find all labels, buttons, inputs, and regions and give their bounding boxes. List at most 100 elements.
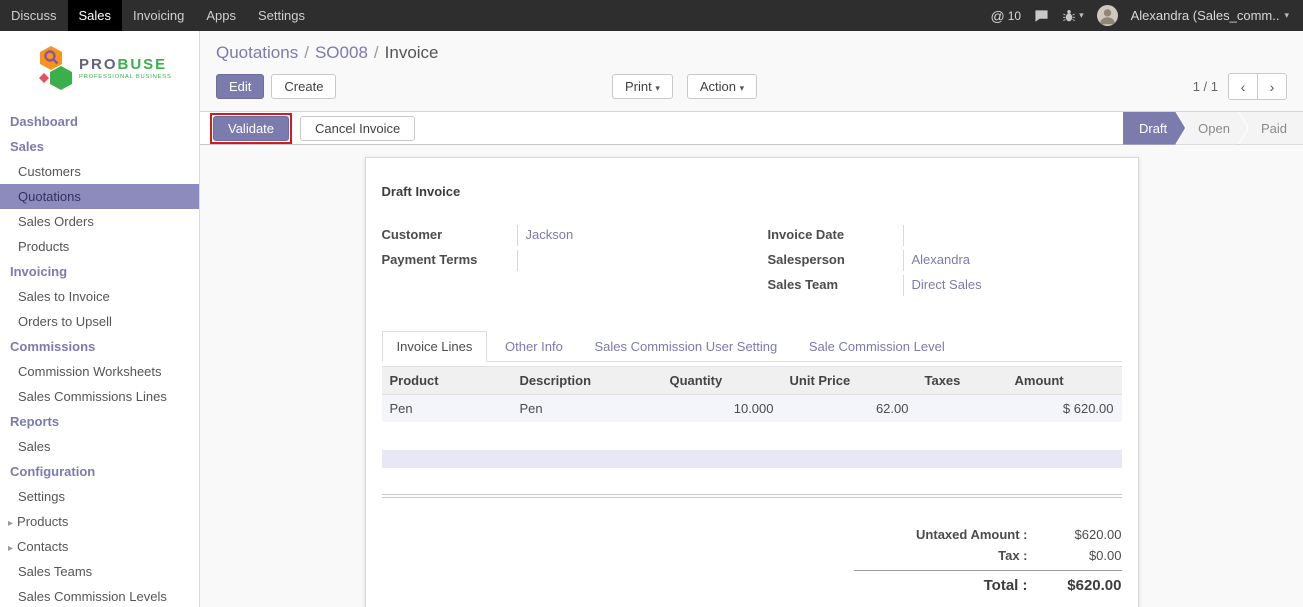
pager-next-button[interactable]: › [1257,73,1287,100]
cell-product[interactable]: Pen [382,395,512,423]
salesperson-label: Salesperson [768,250,903,271]
notebook-tabs: Invoice Lines Other Info Sales Commissio… [382,330,1122,362]
nav-apps[interactable]: Apps [195,0,247,31]
pager: 1 / 1 ‹ › [1193,73,1287,100]
nav-discuss[interactable]: Discuss [0,0,68,31]
action-dropdown[interactable]: Action ▾ [687,74,757,99]
tab-sales-commission-user-setting[interactable]: Sales Commission User Setting [580,332,791,361]
sidebar-item-customers[interactable]: Customers [0,159,199,184]
breadcrumb: Quotations / SO008 / Invoice [200,31,1303,63]
sidebar-heading-sales[interactable]: Sales [0,134,199,159]
sidebar-item-dashboard[interactable]: Dashboard [0,109,199,134]
header-description: Description [512,367,662,395]
customer-value[interactable]: Jackson [517,225,752,246]
left-field-group: Customer Jackson Payment Terms [382,225,752,300]
main-area: Quotations / SO008 / Invoice Edit Create Pri… [200,31,1303,607]
breadcrumb-quotations[interactable]: Quotations [216,43,298,62]
user-menu[interactable]: Alexandra (Sales_comm.. ▾ [1131,8,1289,23]
validate-button[interactable]: Validate [213,116,289,141]
sidebar-heading-reports[interactable]: Reports [0,409,199,434]
tab-sale-commission-level[interactable]: Sale Commission Level [795,332,959,361]
totals-block: Untaxed Amount : $620.00 Tax : $0.00 Tot… [854,524,1122,597]
total-label: Total : [854,577,1042,594]
sidebar-item-sales-to-invoice[interactable]: Sales to Invoice [0,284,199,309]
status-draft[interactable]: Draft [1123,112,1185,145]
breadcrumb-separator: / [304,43,309,62]
status-open[interactable]: Open [1176,112,1248,145]
cancel-invoice-button[interactable]: Cancel Invoice [300,116,415,141]
logo-name-right: BUSE [118,56,168,73]
cell-amount[interactable]: $ 620.00 [1007,395,1122,423]
status-paid[interactable]: Paid [1239,112,1303,145]
sidebar-item-settings[interactable]: Settings [0,484,199,509]
breadcrumb-current: Invoice [385,43,439,62]
logo-text: PROBUSE PROFESSIONAL BUSINESS [79,56,172,80]
statusbar: Validate Cancel Invoice Draft Open Paid [200,111,1303,145]
section-separator [382,494,1122,498]
logo-tagline: PROFESSIONAL BUSINESS [79,74,172,80]
sidebar-item-sales-commissions-lines[interactable]: Sales Commissions Lines [0,384,199,409]
activities-button[interactable]: @ 10 [991,8,1022,24]
action-label: Action [700,79,736,94]
cell-quantity[interactable]: 10.000 [662,395,782,423]
app-logo[interactable]: PROBUSE PROFESSIONAL BUSINESS [0,31,199,109]
sidebar-item-quotations[interactable]: Quotations [0,184,199,209]
user-avatar[interactable] [1097,5,1118,26]
sidebar-item-label: Products [17,514,68,529]
sidebar-item-contacts[interactable]: ▸Contacts [0,534,199,559]
cell-taxes[interactable] [917,395,1007,423]
untaxed-amount-label: Untaxed Amount : [854,527,1042,542]
breadcrumb-so008[interactable]: SO008 [315,43,368,62]
sidebar-item-sales-orders[interactable]: Sales Orders [0,209,199,234]
status-widget: Draft Open Paid [1123,112,1303,145]
probuse-logo-icon [38,45,74,91]
logo-name-left: PRO [79,56,118,73]
header-amount: Amount [1007,367,1122,395]
salesperson-value[interactable]: Alexandra [903,250,1122,271]
sidebar-item-products[interactable]: Products [0,234,199,259]
pager-prev-button[interactable]: ‹ [1228,73,1258,100]
activity-count: 10 [1008,9,1021,23]
empty-tax-section [382,450,1122,468]
messages-button[interactable] [1034,9,1049,23]
cell-description[interactable]: Pen [512,395,662,423]
table-row[interactable]: Pen Pen 10.000 62.00 $ 620.00 [382,395,1122,423]
tax-value: $0.00 [1042,548,1122,563]
edit-button[interactable]: Edit [216,74,264,99]
print-dropdown[interactable]: Print ▾ [612,74,673,99]
sidebar-heading-invoicing[interactable]: Invoicing [0,259,199,284]
sales-team-value[interactable]: Direct Sales [903,275,1122,296]
sidebar-item-products-config[interactable]: ▸Products [0,509,199,534]
right-field-group: Invoice Date Salesperson Alexandra Sales… [752,225,1122,300]
tax-label: Tax : [854,548,1042,563]
nav-settings[interactable]: Settings [247,0,316,31]
nav-invoicing[interactable]: Invoicing [122,0,195,31]
caret-down-icon: ▾ [1079,10,1084,21]
user-name: Alexandra (Sales_comm.. [1131,8,1280,23]
payment-terms-label: Payment Terms [382,250,517,271]
form-view: Draft Invoice Customer Jackson Payment T… [200,145,1303,607]
tab-invoice-lines[interactable]: Invoice Lines [382,331,488,362]
caret-down-icon: ▾ [1284,10,1289,21]
header-quantity: Quantity [662,367,782,395]
sidebar-item-orders-to-upsell[interactable]: Orders to Upsell [0,309,199,334]
create-button[interactable]: Create [271,74,336,99]
debug-menu-button[interactable]: ▾ [1062,9,1084,23]
sidebar-item-reports-sales[interactable]: Sales [0,434,199,459]
tab-other-info[interactable]: Other Info [491,332,577,361]
header-product: Product [382,367,512,395]
nav-sales[interactable]: Sales [68,0,123,31]
invoice-lines-table: Product Description Quantity Unit Price … [382,366,1122,422]
chat-bubble-icon [1034,9,1049,23]
sidebar-heading-commissions[interactable]: Commissions [0,334,199,359]
bug-icon [1062,9,1076,23]
untaxed-amount-value: $620.00 [1042,527,1122,542]
sidebar-item-sales-commission-levels[interactable]: Sales Commission Levels [0,584,199,607]
sidebar-item-sales-teams[interactable]: Sales Teams [0,559,199,584]
cell-unit-price[interactable]: 62.00 [782,395,917,423]
sidebar-item-commission-worksheets[interactable]: Commission Worksheets [0,359,199,384]
sidebar-heading-configuration[interactable]: Configuration [0,459,199,484]
breadcrumb-separator: / [374,43,379,62]
invoice-state-title: Draft Invoice [382,184,1122,199]
invoice-sheet: Draft Invoice Customer Jackson Payment T… [365,157,1139,607]
